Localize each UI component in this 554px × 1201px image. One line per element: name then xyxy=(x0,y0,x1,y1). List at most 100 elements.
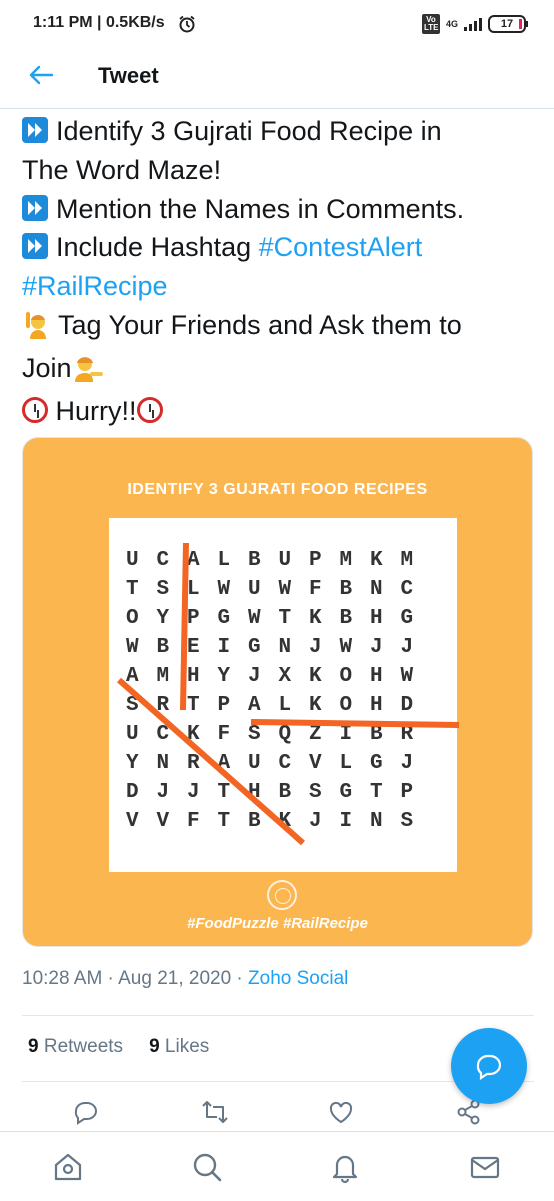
likes-count: 9 xyxy=(149,1036,160,1057)
retweets-label: Retweets xyxy=(43,1036,124,1057)
grid-letter: H xyxy=(247,781,261,804)
hashtag-link[interactable]: #ContestAlert xyxy=(259,232,423,262)
tweet-line: Hurry!! xyxy=(22,392,542,431)
grid-letter: U xyxy=(247,752,261,775)
grid-letter: G xyxy=(247,636,261,659)
tweet-line-text: Mention the Names in Comments. xyxy=(56,193,465,224)
retweet-icon[interactable] xyxy=(200,1098,230,1128)
top-app-bar: Tweet xyxy=(0,50,554,109)
grid-letter: I xyxy=(339,723,353,746)
grid-letter: V xyxy=(156,810,170,833)
grid-letter: Q xyxy=(278,723,292,746)
grid-letter: A xyxy=(125,665,139,688)
grid-letter: O xyxy=(339,665,353,688)
grid-row: VVFTBKJINS xyxy=(117,807,422,836)
grid-letter: L xyxy=(278,694,292,717)
grid-letter: S xyxy=(400,810,414,833)
grid-letter: U xyxy=(278,549,292,572)
alarm-clock-icon xyxy=(136,396,163,423)
grid-letter: C xyxy=(156,723,170,746)
grid-letter: F xyxy=(217,723,231,746)
tweet-line: Join xyxy=(22,349,542,392)
grid-row: SRTPALKOHD xyxy=(117,691,422,720)
tweet-line: Tag Your Friends and Ask them to xyxy=(22,306,542,349)
home-icon[interactable] xyxy=(51,1150,85,1184)
grid-letter: B xyxy=(247,810,261,833)
grid-letter: W xyxy=(217,578,231,601)
grid-letter: L xyxy=(217,549,231,572)
notifications-icon[interactable] xyxy=(328,1150,362,1184)
volte-badge: Vo LTE xyxy=(421,14,440,34)
grid-letter: S xyxy=(156,578,170,601)
grid-letter: F xyxy=(308,578,322,601)
tweet-line-text: Include Hashtag xyxy=(56,232,259,263)
grid-letter: R xyxy=(400,723,414,746)
grid-letter: S xyxy=(125,694,139,717)
hashtag-link[interactable]: #RailRecipe xyxy=(22,271,168,301)
grid-letter: L xyxy=(339,752,353,775)
grid-letter: Y xyxy=(125,752,139,775)
tweet-image-card[interactable]: IDENTIFY 3 GUJRATI FOOD RECIPES UCALBUPM… xyxy=(22,437,533,947)
grid-letter: W xyxy=(339,636,353,659)
grid-letter: T xyxy=(217,810,231,833)
grid-letter: I xyxy=(217,636,231,659)
grid-letter: G xyxy=(369,752,383,775)
puzzle-title: IDENTIFY 3 GUJRATI FOOD RECIPES xyxy=(127,481,428,498)
grid-letter: S xyxy=(308,781,322,804)
messages-icon[interactable] xyxy=(468,1150,502,1184)
grid-letter: R xyxy=(186,752,200,775)
rail-recipe-logo xyxy=(267,880,297,910)
grid-letter: Y xyxy=(156,607,170,630)
grid-letter: K xyxy=(186,723,200,746)
retweets-stat[interactable]: 9 Retweets xyxy=(28,1036,123,1058)
likes-label: Likes xyxy=(164,1036,210,1057)
tweet-line: Mention the Names in Comments. xyxy=(22,190,542,229)
grid-letter: T xyxy=(186,694,200,717)
grid-row: WBEIGNJWJJ xyxy=(117,633,422,662)
grid-letter: O xyxy=(125,607,139,630)
grid-row: UCALBUPMKM xyxy=(117,546,422,575)
tweet-actions xyxy=(0,1098,554,1128)
fast-forward-icon xyxy=(22,233,48,260)
reply-icon[interactable] xyxy=(72,1098,102,1128)
grid-letter: K xyxy=(308,607,322,630)
like-icon[interactable] xyxy=(327,1098,357,1128)
grid-letter: W xyxy=(400,665,414,688)
grid-letter: B xyxy=(339,578,353,601)
compose-reply-button[interactable] xyxy=(451,1028,527,1104)
grid-letter: G xyxy=(217,607,231,630)
grid-row: YNRAUCVLGJ xyxy=(117,749,422,778)
grid-row: UCKFSQZIBR xyxy=(117,720,422,749)
grid-letter: M xyxy=(400,549,414,572)
grid-letter: J xyxy=(308,810,322,833)
compose-reply-icon xyxy=(476,1054,502,1080)
grid-letter: K xyxy=(308,694,322,717)
likes-stat[interactable]: 9 Likes xyxy=(149,1036,209,1058)
tweet-line: #RailRecipe xyxy=(22,267,542,306)
tweet-line-text: Tag Your Friends and Ask them to xyxy=(58,309,462,340)
battery-level: 17 xyxy=(500,18,514,30)
grid-letter: B xyxy=(369,723,383,746)
search-icon[interactable] xyxy=(190,1150,224,1184)
tweet-stats: 9 Retweets 9 Likes xyxy=(28,1036,209,1058)
tweet-line-text: Join xyxy=(22,352,72,383)
grid-row: OYPGWTKBHG xyxy=(117,604,422,633)
grid-letter: D xyxy=(125,781,139,804)
grid-letter: N xyxy=(369,810,383,833)
bottom-navigation xyxy=(0,1131,554,1201)
grid-letter: P xyxy=(308,549,322,572)
grid-letter: H xyxy=(369,607,383,630)
grid-letter: J xyxy=(156,781,170,804)
divider xyxy=(22,1015,534,1016)
grid-letter: A xyxy=(186,549,200,572)
grid-letter: J xyxy=(400,636,414,659)
grid-letter: T xyxy=(217,781,231,804)
tipping-hand-icon xyxy=(72,353,104,392)
grid-letter: R xyxy=(156,694,170,717)
grid-letter: P xyxy=(217,694,231,717)
back-arrow-icon[interactable] xyxy=(28,62,54,94)
source-link[interactable]: Zoho Social xyxy=(248,968,348,989)
grid-letter: W xyxy=(247,607,261,630)
grid-letter: H xyxy=(186,665,200,688)
signal-icon xyxy=(464,17,482,31)
